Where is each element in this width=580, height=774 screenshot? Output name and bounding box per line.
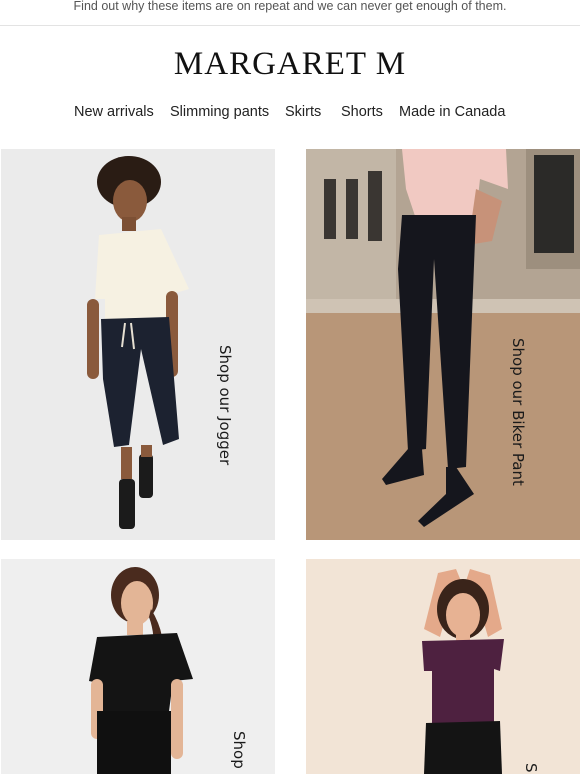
nav-item-made-in-canada[interactable]: Made in Canada (399, 104, 505, 120)
nav-item-slimming-pants[interactable]: Slimming pants (170, 104, 269, 120)
product-tile-biker-pant[interactable]: Shop our Biker Pant (306, 149, 580, 540)
purple-top-model-image (306, 559, 580, 774)
caption-tee[interactable]: Shop (230, 731, 248, 769)
header-divider (0, 25, 580, 26)
main-nav: New arrivals Slimming pants Skirts Short… (0, 104, 580, 124)
brand-logo[interactable]: MARGARET M (0, 46, 580, 83)
product-tile-jogger[interactable]: Shop our Jogger (1, 149, 275, 540)
product-tile-tee[interactable]: Shop (1, 559, 275, 774)
nav-item-skirts[interactable]: Skirts (285, 104, 321, 120)
biker-pant-model-image (306, 149, 580, 540)
caption-purple-top[interactable]: S (522, 763, 540, 773)
caption-biker-pant[interactable]: Shop our Biker Pant (509, 338, 527, 486)
preheader-text: Find out why these items are on repeat a… (73, 0, 507, 13)
product-tile-purple-top[interactable]: S (306, 559, 580, 774)
nav-item-new-arrivals[interactable]: New arrivals (74, 104, 154, 120)
nav-item-shorts[interactable]: Shorts (341, 104, 383, 120)
caption-jogger[interactable]: Shop our Jogger (216, 345, 234, 465)
